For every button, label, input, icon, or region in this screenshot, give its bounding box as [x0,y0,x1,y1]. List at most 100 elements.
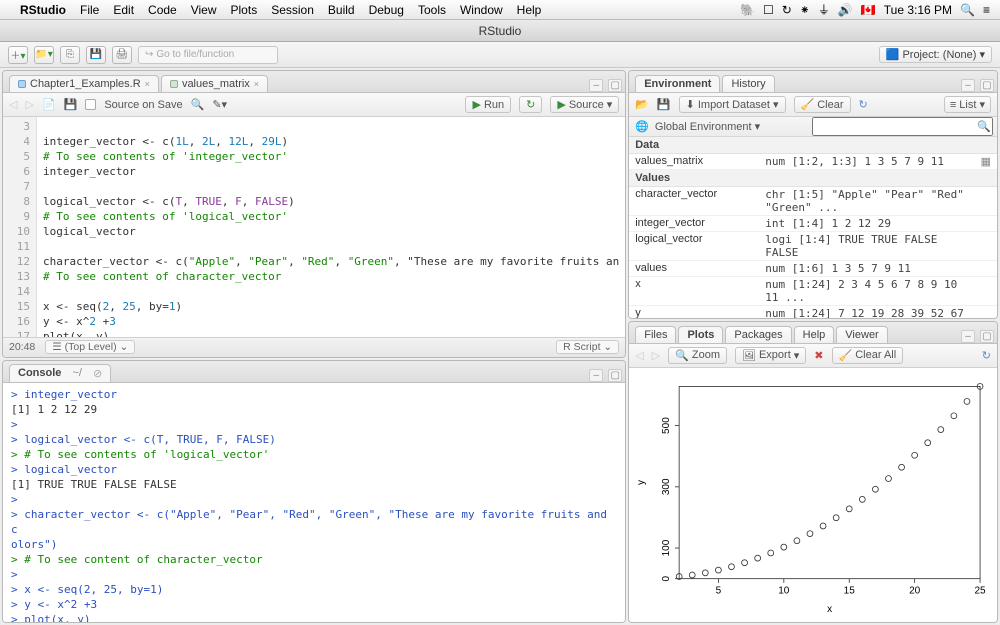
run-button[interactable]: ▶Run [465,96,511,113]
globe-icon: 🌐 [635,120,649,133]
menu-code[interactable]: Code [148,3,177,17]
search-icon[interactable]: 🔍 [977,120,991,133]
volume-icon[interactable]: 🔊 [838,3,853,17]
svg-text:x: x [827,604,832,615]
mac-menubar: RStudio File Edit Code View Plots Session Buil… [0,0,1000,20]
clock[interactable]: Tue 3:16 PM [884,3,952,17]
wifi-icon[interactable]: ⏚ [818,1,830,18]
tab-packages[interactable]: Packages [725,326,791,343]
open-file-icon[interactable]: ⎘ [60,46,80,64]
tab-chapter1[interactable]: Chapter1_Examples.R× [9,75,159,92]
minimize-pane-icon[interactable]: – [961,330,975,343]
env-row[interactable]: valuesnum [1:6] 1 3 5 7 9 11 [629,261,997,277]
scope-selector[interactable]: ☰ (Top Level) ⌄ [45,340,135,354]
save-ws-icon[interactable]: 💾 [657,98,671,111]
dropdown-icon[interactable]: ☐ [763,3,774,17]
source-on-save-checkbox[interactable] [85,99,96,110]
code-editor[interactable]: 34567891011121314151617181920 integer_ve… [3,117,625,337]
bluetooth-icon[interactable]: ⁕ [800,3,810,17]
rerun-button[interactable]: ↻ [519,96,542,113]
minimize-pane-icon[interactable]: – [589,369,603,382]
import-dataset-button[interactable]: ⬇ Import Dataset ▾ [679,96,786,113]
tab-history[interactable]: History [722,75,774,92]
menu-file[interactable]: File [80,3,99,17]
clear-all-button[interactable]: 🧹 Clear All [832,347,904,364]
env-row[interactable]: ynum [1:24] 7 12 19 28 39 52 67 84 103 1… [629,306,997,318]
env-row[interactable]: values_matrixnum [1:2, 1:3] 1 3 5 7 9 11… [629,154,997,170]
notification-icon[interactable]: ≡ [983,3,990,17]
save-icon[interactable]: 💾 [64,98,78,111]
project-selector[interactable]: 🟦 Project: (None) ▾ [879,46,992,63]
new-project-icon[interactable]: 📁▾ [34,46,54,64]
refresh-icon[interactable]: ↻ [859,98,868,111]
forward-icon[interactable]: ▷ [25,98,33,111]
minimize-pane-icon[interactable]: – [589,79,603,92]
main-toolbar: ＋▾ 📁▾ ⎘ 💾 🖨 ↪ Go to file/function 🟦 Proj… [0,42,1000,68]
maximize-pane-icon[interactable]: ▢ [980,79,994,92]
lang-selector[interactable]: R Script ⌄ [556,340,619,354]
print-icon[interactable]: 🖨 [112,46,132,64]
back-icon[interactable]: ◁ [9,98,17,111]
zoom-button[interactable]: 🔍 Zoom [668,347,727,364]
menu-edit[interactable]: Edit [113,3,134,17]
env-row[interactable]: character_vectorchr [1:5] "Apple" "Pear"… [629,187,997,216]
new-file-icon[interactable]: ＋▾ [8,46,28,64]
source-button[interactable]: ▶Source ▾ [550,96,619,113]
svg-text:25: 25 [975,586,987,597]
load-ws-icon[interactable]: 📂 [635,98,649,111]
clear-button[interactable]: 🧹 Clear [794,96,851,113]
source-pane: Chapter1_Examples.R× values_matrix× – ▢ … [2,70,626,358]
close-icon[interactable]: × [254,79,259,89]
next-plot-icon[interactable]: ▷ [652,349,660,362]
save-icon[interactable]: 💾 [86,46,106,64]
svg-text:5: 5 [716,586,722,597]
source-on-save-label: Source on Save [104,99,182,111]
tab-values-matrix[interactable]: values_matrix× [161,75,268,92]
env-row[interactable]: integer_vectorint [1:4] 1 2 12 29 [629,216,997,232]
spotlight-icon[interactable]: 🔍 [960,3,975,17]
menu-tools[interactable]: Tools [418,3,446,17]
minimize-pane-icon[interactable]: – [961,79,975,92]
evernote-icon[interactable]: 🐘 [740,3,755,17]
goto-file-input[interactable]: ↪ Go to file/function [138,46,278,64]
env-row[interactable]: logical_vectorlogi [1:4] TRUE TRUE FALSE… [629,232,997,261]
tab-help[interactable]: Help [794,326,835,343]
env-search-input[interactable] [812,117,993,136]
view-mode-button[interactable]: ≡ List ▾ [944,96,991,113]
env-row[interactable]: xnum [1:24] 2 3 4 5 6 7 8 9 10 11 ... [629,277,997,306]
remove-plot-icon[interactable]: ✖ [814,349,823,362]
tab-plots[interactable]: Plots [678,326,723,343]
window-titlebar: RStudio [0,20,1000,42]
editor-tabs: Chapter1_Examples.R× values_matrix× – ▢ [3,71,625,93]
app-name[interactable]: RStudio [20,3,66,17]
wand-icon[interactable]: ✎▾ [212,98,227,111]
menu-view[interactable]: View [191,3,217,17]
find-icon[interactable]: 🔍 [191,98,205,111]
svg-text:100: 100 [661,539,672,556]
close-icon[interactable]: × [145,79,150,89]
prev-plot-icon[interactable]: ◁ [635,349,643,362]
environment-pane: Environment History – ▢ 📂 💾 ⬇ Import Dat… [628,70,998,319]
export-button[interactable]: 🖼 Export ▾ [735,347,806,364]
show-doc-icon[interactable]: 📄 [42,98,56,111]
console-pane: Console ~/ ⊘ – ▢ > integer_vector[1] 1 2… [2,360,626,623]
menu-plots[interactable]: Plots [231,3,258,17]
console-output[interactable]: > integer_vector[1] 1 2 12 29>> logical_… [3,383,625,622]
maximize-pane-icon[interactable]: ▢ [980,330,994,343]
menu-window[interactable]: Window [460,3,503,17]
maximize-pane-icon[interactable]: ▢ [608,369,622,382]
tab-environment[interactable]: Environment [635,75,720,92]
svg-text:y: y [636,480,647,485]
tab-viewer[interactable]: Viewer [836,326,887,343]
tab-files[interactable]: Files [635,326,676,343]
menu-help[interactable]: Help [517,3,542,17]
flag-icon[interactable]: 🇨🇦 [861,3,876,17]
menu-build[interactable]: Build [328,3,355,17]
maximize-pane-icon[interactable]: ▢ [608,79,622,92]
menu-session[interactable]: Session [271,3,314,17]
refresh-icon[interactable]: ↻ [982,349,991,362]
tab-console[interactable]: Console ~/ ⊘ [9,364,111,382]
menu-debug[interactable]: Debug [369,3,404,17]
scope-selector[interactable]: Global Environment ▾ [655,120,760,133]
sync-icon[interactable]: ↻ [782,3,792,17]
